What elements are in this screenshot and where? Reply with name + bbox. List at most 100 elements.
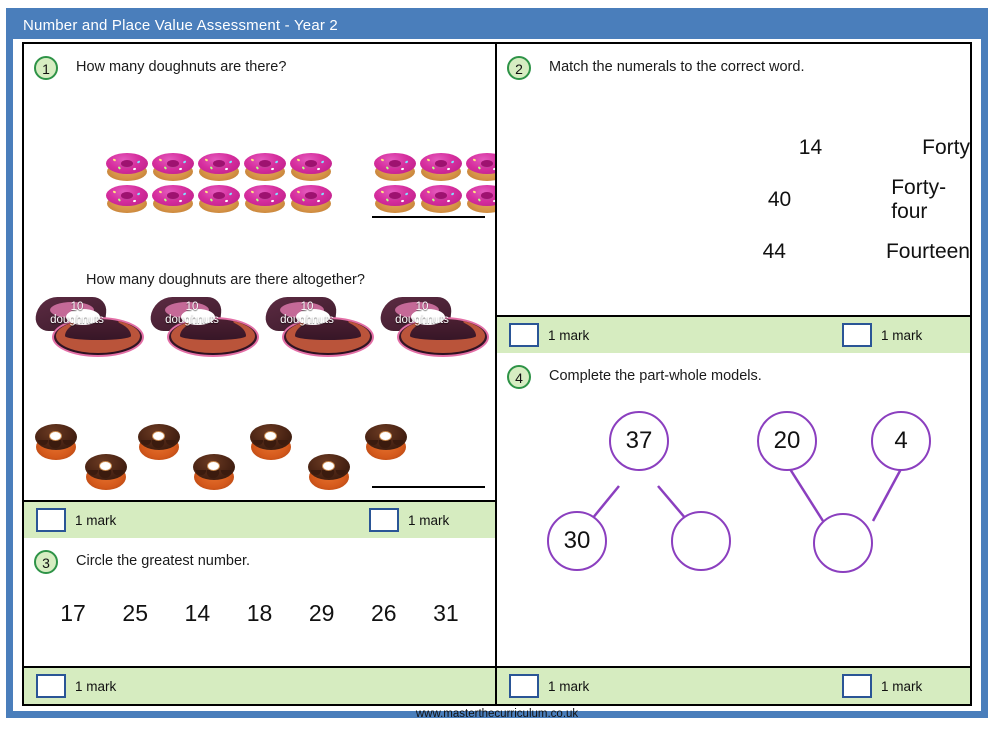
pink-doughnut-icon — [420, 184, 462, 214]
question-2-number: 2 — [507, 56, 531, 80]
question-3-prompt: Circle the greatest number. — [76, 553, 251, 570]
question-4-prompt: Complete the part-whole models. — [549, 368, 762, 385]
doughnut-row-1 — [106, 152, 495, 182]
match-row: 40 Forty-four — [497, 174, 970, 226]
mark-box[interactable] — [842, 674, 872, 698]
match-numeral[interactable]: 44 — [497, 240, 786, 264]
pink-doughnut-icon — [244, 152, 286, 182]
match-word[interactable]: Forty-four — [891, 176, 970, 224]
pink-doughnut-icon — [152, 184, 194, 214]
mark-box[interactable] — [36, 508, 66, 533]
mark-label: 1 mark — [548, 327, 590, 343]
question-1-cell: 1 How many doughnuts are there? How many… — [24, 44, 495, 501]
mark-label: 1 mark — [548, 678, 590, 694]
box-count-word: doughnuts — [50, 314, 104, 326]
match-list: 14 Forty 40 Forty-four 44 Fourteen — [497, 122, 970, 278]
number-option[interactable]: 31 — [433, 600, 459, 627]
pink-doughnut-icon — [290, 152, 332, 182]
question-1-marks-bar: 1 mark 1 mark — [24, 500, 495, 539]
question-4-header: 4 Complete the part-whole models. — [497, 353, 970, 390]
doughnut-box-icon: 10 doughnuts — [379, 297, 493, 359]
pink-doughnut-icon — [198, 184, 240, 214]
box-count-number: 10 — [70, 301, 84, 313]
question-4-marks-bar: 1 mark 1 mark — [497, 666, 970, 704]
pink-doughnut-icon — [106, 184, 148, 214]
question-2-header: 2 Match the numerals to the correct word… — [497, 44, 970, 80]
question-2-marks-bar: 1 mark 1 mark — [497, 315, 970, 354]
pink-doughnut-icon — [466, 184, 495, 214]
doughnut-box-icon: 10 doughnuts — [34, 297, 148, 359]
pink-doughnut-icon — [152, 152, 194, 182]
mark-label: 1 mark — [75, 678, 117, 694]
mark-label: 1 mark — [881, 678, 923, 694]
chocolate-doughnut-icon — [192, 452, 236, 492]
number-option[interactable]: 25 — [122, 600, 148, 627]
question-3-header: 3 Circle the greatest number. — [24, 538, 495, 575]
answer-line-1a[interactable] — [372, 216, 485, 218]
doughnut-row-2 — [106, 184, 495, 214]
mark-label: 1 mark — [408, 512, 450, 528]
part-whole-part-left[interactable]: 20 — [757, 411, 817, 472]
number-option[interactable]: 29 — [309, 600, 335, 627]
answer-line-1b[interactable] — [372, 486, 485, 488]
number-option[interactable]: 14 — [185, 600, 211, 627]
doughnut-box-icon: 10 doughnuts — [264, 297, 378, 359]
mark-entry: 1 mark — [509, 674, 589, 698]
match-numeral[interactable]: 14 — [497, 136, 822, 160]
mark-box[interactable] — [369, 508, 399, 533]
worksheet-grid: 1 How many doughnuts are there? How many… — [22, 42, 972, 706]
number-option[interactable]: 17 — [60, 600, 86, 627]
question-3-number-row: 17 25 14 18 29 26 31 — [24, 600, 495, 627]
question-2-cell: 2 Match the numerals to the correct word… — [497, 44, 970, 316]
pink-doughnut-icon — [244, 184, 286, 214]
worksheet-page: Number and Place Value Assessment - Year… — [0, 0, 1000, 750]
question-1b-prompt: How many doughnuts are there altogether? — [86, 272, 365, 288]
left-column: 1 How many doughnuts are there? How many… — [24, 44, 497, 704]
box-count-number: 10 — [185, 301, 199, 313]
number-option[interactable]: 18 — [247, 600, 273, 627]
page-title: Number and Place Value Assessment - Year… — [23, 17, 338, 34]
mark-box[interactable] — [842, 323, 872, 348]
chocolate-doughnut-icon — [364, 422, 408, 462]
question-4-cell: 4 Complete the part-whole models. 37 30 — [497, 353, 970, 666]
box-count-word: doughnuts — [395, 314, 449, 326]
question-4-number: 4 — [507, 365, 531, 390]
part-whole-part-right[interactable] — [671, 511, 731, 572]
mark-box[interactable] — [36, 674, 66, 698]
mark-entry: 1 mark — [842, 323, 923, 348]
footer-url: www.masterthecurriculum.co.uk — [415, 708, 579, 720]
match-row: 44 Fourteen — [497, 226, 970, 278]
chocolate-doughnut-icon — [34, 422, 78, 462]
match-numeral[interactable]: 40 — [497, 188, 791, 212]
question-2-prompt: Match the numerals to the correct word. — [549, 59, 805, 75]
mark-label: 1 mark — [75, 512, 117, 528]
part-whole-model-1: 37 30 — [527, 411, 737, 611]
mark-label: 1 mark — [881, 327, 923, 343]
part-whole-whole[interactable] — [813, 513, 873, 574]
window-title-bar: Number and Place Value Assessment - Year… — [13, 13, 981, 39]
chocolate-doughnut-icon — [249, 422, 293, 462]
doughnut-group-a-row-2 — [106, 184, 336, 214]
pink-doughnut-icon — [198, 152, 240, 182]
doughnut-group-b-row-1 — [374, 152, 495, 182]
question-1-header: 1 How many doughnuts are there? — [24, 44, 495, 80]
right-column: 2 Match the numerals to the correct word… — [497, 44, 970, 704]
doughnut-box-icon: 10 doughnuts — [149, 297, 263, 359]
question-3-cell: 3 Circle the greatest number. 17 25 14 1… — [24, 538, 495, 666]
pink-doughnut-icon — [374, 152, 416, 182]
mark-box[interactable] — [509, 674, 539, 698]
match-row: 14 Forty — [497, 122, 970, 174]
question-3-number: 3 — [34, 550, 58, 575]
question-1-prompt: How many doughnuts are there? — [76, 59, 287, 75]
doughnut-group-b-row-2 — [374, 184, 495, 214]
question-3-marks-bar: 1 mark — [24, 666, 495, 704]
mark-box[interactable] — [509, 323, 539, 348]
number-option[interactable]: 26 — [371, 600, 397, 627]
match-word[interactable]: Forty — [922, 136, 970, 160]
chocolate-doughnut-icon — [84, 452, 128, 492]
part-whole-part-left[interactable]: 30 — [547, 511, 607, 572]
match-word[interactable]: Fourteen — [886, 240, 970, 264]
part-whole-part-right[interactable]: 4 — [871, 411, 931, 472]
pink-doughnut-icon — [374, 184, 416, 214]
part-whole-whole[interactable]: 37 — [609, 411, 669, 472]
